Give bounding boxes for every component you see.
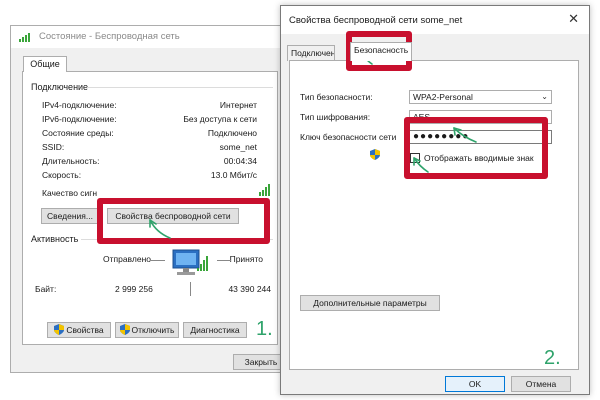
arrow <box>413 157 429 173</box>
tab-security[interactable]: Безопасность <box>350 42 413 61</box>
arrow <box>453 127 477 143</box>
annotation-arrows <box>149 49 477 239</box>
tab-general[interactable]: Общие <box>23 56 67 72</box>
